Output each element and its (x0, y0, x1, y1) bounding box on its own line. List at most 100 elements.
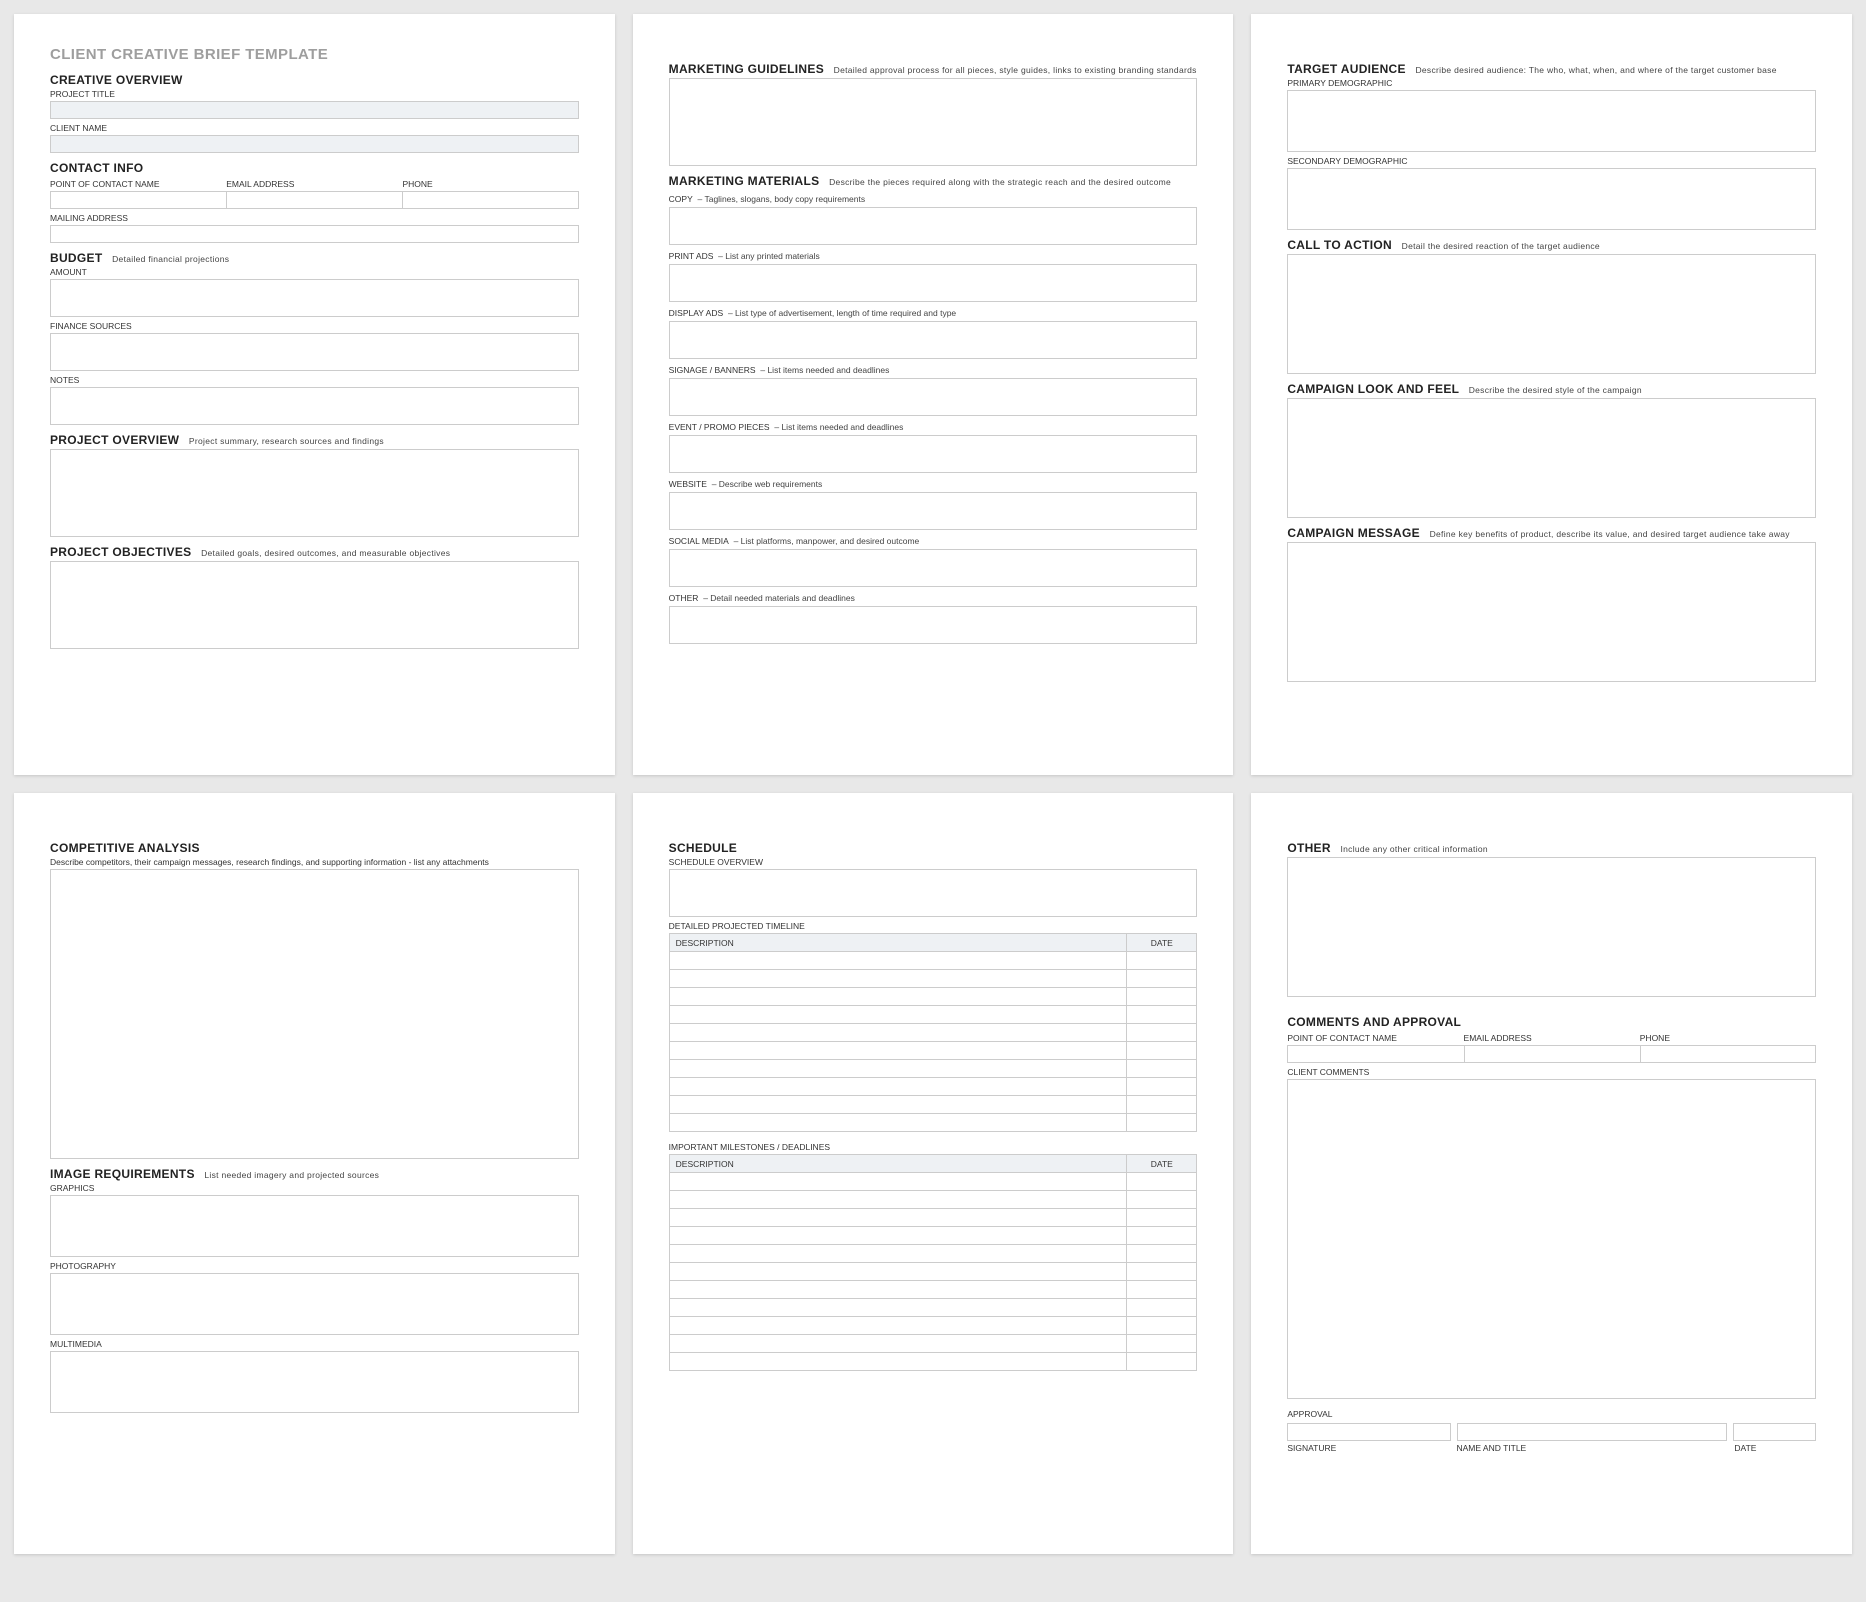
desc-other-info: Include any other critical information (1340, 844, 1487, 854)
input-competitive[interactable] (50, 869, 579, 1159)
section-marketing-guidelines: MARKETING GUIDELINES Detailed approval p… (669, 62, 1198, 76)
input-poc-name-2[interactable] (1287, 1045, 1463, 1063)
label-graphics: GRAPHICS (50, 1183, 579, 1193)
label-mailing-address: MAILING ADDRESS (50, 213, 579, 223)
label-look: CAMPAIGN LOOK AND FEEL (1287, 382, 1459, 396)
input-email-2[interactable] (1464, 1045, 1640, 1063)
section-competitive: COMPETITIVE ANALYSIS (50, 841, 579, 855)
label-project-title: PROJECT TITLE (50, 89, 579, 99)
table-row[interactable] (669, 1353, 1197, 1371)
table-row[interactable] (669, 1078, 1197, 1096)
table-row[interactable] (669, 1227, 1197, 1245)
input-finance-sources[interactable] (50, 333, 579, 371)
table-row[interactable] (669, 1173, 1197, 1191)
desc-competitive: Describe competitors, their campaign mes… (50, 857, 579, 867)
label-email-2: EMAIL ADDRESS (1464, 1033, 1640, 1043)
desc-copy: – Taglines, slogans, body copy requireme… (698, 194, 866, 204)
page-1: CLIENT CREATIVE BRIEF TEMPLATE CREATIVE … (14, 14, 615, 775)
table-row[interactable] (669, 1060, 1197, 1078)
label-client-comments: CLIENT COMMENTS (1287, 1067, 1816, 1077)
input-website[interactable] (669, 492, 1198, 530)
table-row[interactable] (669, 1299, 1197, 1317)
table-row[interactable] (669, 1263, 1197, 1281)
table-row[interactable] (669, 1335, 1197, 1353)
section-budget: BUDGET Detailed financial projections (50, 251, 579, 265)
input-signage[interactable] (669, 378, 1198, 416)
table-row[interactable] (669, 1042, 1197, 1060)
desc-image-reqs: List needed imagery and projected source… (204, 1170, 379, 1180)
input-other[interactable] (669, 606, 1198, 644)
input-event[interactable] (669, 435, 1198, 473)
label-image-reqs: IMAGE REQUIREMENTS (50, 1167, 195, 1181)
label-multimedia: MULTIMEDIA (50, 1339, 579, 1349)
table-row[interactable] (669, 1245, 1197, 1263)
input-phone[interactable] (402, 191, 578, 209)
th-date: DATE (1127, 934, 1197, 952)
input-display-ads[interactable] (669, 321, 1198, 359)
input-marketing-guidelines[interactable] (669, 78, 1198, 166)
section-message: CAMPAIGN MESSAGE Define key benefits of … (1287, 526, 1816, 540)
input-cta[interactable] (1287, 254, 1816, 374)
input-secondary-demo[interactable] (1287, 168, 1816, 230)
input-mailing-address[interactable] (50, 225, 579, 243)
label-cta: CALL TO ACTION (1287, 238, 1392, 252)
label-other: OTHER (669, 593, 699, 603)
input-signature[interactable] (1287, 1423, 1450, 1441)
table-row[interactable] (669, 988, 1197, 1006)
input-poc-name[interactable] (50, 191, 226, 209)
section-contact-info: CONTACT INFO (50, 161, 579, 175)
input-print-ads[interactable] (669, 264, 1198, 302)
desc-project-overview: Project summary, research sources and fi… (189, 436, 384, 446)
table-row[interactable] (669, 1281, 1197, 1299)
input-project-overview[interactable] (50, 449, 579, 537)
desc-display-ads: – List type of advertisement, length of … (728, 308, 956, 318)
input-copy[interactable] (669, 207, 1198, 245)
input-graphics[interactable] (50, 1195, 579, 1257)
input-notes[interactable] (50, 387, 579, 425)
table-row[interactable] (669, 1114, 1197, 1132)
label-poc-name-2: POINT OF CONTACT NAME (1287, 1033, 1463, 1043)
input-client-comments[interactable] (1287, 1079, 1816, 1399)
input-project-objectives[interactable] (50, 561, 579, 649)
input-name-title[interactable] (1457, 1423, 1728, 1441)
input-date[interactable] (1733, 1423, 1816, 1441)
page-6: OTHER Include any other critical informa… (1251, 793, 1852, 1554)
section-look: CAMPAIGN LOOK AND FEEL Describe the desi… (1287, 382, 1816, 396)
row-social: SOCIAL MEDIA – List platforms, manpower,… (669, 536, 1198, 547)
desc-other: – Detail needed materials and deadlines (703, 593, 855, 603)
input-multimedia[interactable] (50, 1351, 579, 1413)
table-row[interactable] (669, 1191, 1197, 1209)
desc-budget: Detailed financial projections (112, 254, 229, 264)
input-photography[interactable] (50, 1273, 579, 1335)
document-grid: CLIENT CREATIVE BRIEF TEMPLATE CREATIVE … (14, 14, 1852, 1554)
table-row[interactable] (669, 1006, 1197, 1024)
th-desc: DESCRIPTION (669, 934, 1127, 952)
table-row[interactable] (669, 970, 1197, 988)
input-project-title[interactable] (50, 101, 579, 119)
label-project-objectives: PROJECT OBJECTIVES (50, 545, 191, 559)
input-amount[interactable] (50, 279, 579, 317)
input-other-info[interactable] (1287, 857, 1816, 997)
table-row[interactable] (669, 1096, 1197, 1114)
input-email[interactable] (226, 191, 402, 209)
input-phone-2[interactable] (1640, 1045, 1816, 1063)
page-5: SCHEDULE SCHEDULE OVERVIEW DETAILED PROJ… (633, 793, 1234, 1554)
section-image-reqs: IMAGE REQUIREMENTS List needed imagery a… (50, 1167, 579, 1181)
input-primary-demo[interactable] (1287, 90, 1816, 152)
table-milestones: DESCRIPTION DATE (669, 1154, 1198, 1371)
table-row[interactable] (669, 1317, 1197, 1335)
table-row[interactable] (669, 952, 1197, 970)
input-message[interactable] (1287, 542, 1816, 682)
input-look[interactable] (1287, 398, 1816, 518)
table-row[interactable] (669, 1209, 1197, 1227)
input-social[interactable] (669, 549, 1198, 587)
doc-title: CLIENT CREATIVE BRIEF TEMPLATE (50, 46, 579, 63)
desc-social: – List platforms, manpower, and desired … (734, 536, 920, 546)
table-row[interactable] (669, 1024, 1197, 1042)
input-client-name[interactable] (50, 135, 579, 153)
label-signage: SIGNAGE / BANNERS (669, 365, 756, 375)
section-project-objectives: PROJECT OBJECTIVES Detailed goals, desir… (50, 545, 579, 559)
input-schedule-overview[interactable] (669, 869, 1198, 917)
label-event: EVENT / PROMO PIECES (669, 422, 770, 432)
label-marketing-materials: MARKETING MATERIALS (669, 174, 820, 188)
